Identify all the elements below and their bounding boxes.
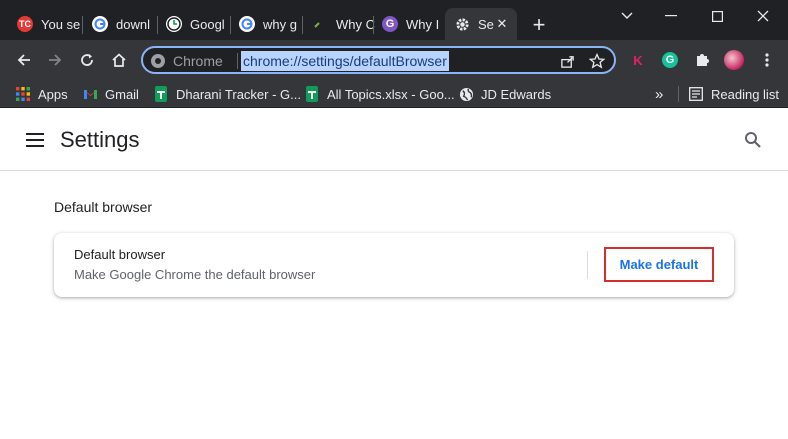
minimize-button[interactable] — [656, 4, 686, 28]
section-title: Default browser — [54, 199, 153, 215]
google-favicon — [92, 16, 108, 32]
bookmark-all-topics[interactable]: All Topics.xlsx - Goo... — [304, 85, 455, 103]
globe-icon — [458, 86, 474, 102]
default-browser-card: Default browser Make Google Chrome the d… — [54, 233, 734, 297]
new-tab-button[interactable]: + — [528, 14, 550, 36]
bookmark-star-icon[interactable] — [587, 51, 607, 71]
tab-title: downl — [116, 16, 150, 32]
k-extension-label: K — [633, 52, 643, 68]
reload-button[interactable] — [75, 48, 99, 72]
page-title: Settings — [60, 127, 140, 152]
chrome-chip[interactable]: Chrome — [151, 52, 223, 70]
chrome-icon — [151, 54, 165, 68]
reload-icon — [81, 54, 93, 66]
more-vert-icon — [765, 53, 769, 67]
toolbar: Chrome chrome://settings/defaultBrowser … — [0, 40, 788, 80]
bookmark-label: Gmail — [105, 86, 139, 102]
grammarly-extension-icon[interactable]: G — [658, 48, 682, 72]
omnibox-divider — [237, 53, 238, 69]
bookmarks-overflow-button[interactable]: » — [655, 85, 663, 103]
k-extension-icon[interactable]: K — [626, 48, 650, 72]
maximize-button[interactable] — [702, 4, 732, 28]
google-favicon — [239, 16, 255, 32]
chrome-chip-label: Chrome — [173, 53, 223, 69]
tab-close-icon[interactable]: ✕ — [495, 17, 509, 31]
tab-title: Why C — [336, 16, 375, 32]
reading-list-label: Reading list — [711, 86, 779, 102]
forward-arrow-icon — [49, 54, 62, 66]
sheets-icon — [304, 86, 320, 102]
bookmark-gmail[interactable]: Gmail — [82, 85, 139, 103]
back-button[interactable] — [12, 48, 36, 72]
tab-5[interactable]: Why C — [303, 8, 375, 40]
default-browser-sublabel: Make Google Chrome the default browser — [74, 267, 316, 282]
make-default-button[interactable]: Make default — [604, 247, 714, 282]
tab-title: Se — [478, 16, 494, 32]
reading-list-icon — [688, 86, 704, 102]
gmail-icon — [82, 86, 98, 102]
settings-header: Settings — [0, 109, 788, 171]
bookmarks-bar: Apps Gmail Dharani Tracker - G... All To… — [0, 80, 788, 108]
tab-title: Googl — [190, 16, 225, 32]
back-arrow-icon — [17, 54, 30, 66]
profile-avatar[interactable] — [722, 48, 746, 72]
tab-4[interactable]: why g — [230, 8, 302, 40]
bookmark-label: JD Edwards — [481, 86, 552, 102]
tab-title: why g — [263, 16, 297, 32]
search-icon[interactable] — [744, 131, 762, 149]
bookmark-label: Dharani Tracker - G... — [176, 86, 301, 102]
tab-title: Why I — [406, 16, 440, 32]
grammarly-favicon: G — [382, 16, 398, 32]
extensions-puzzle-icon[interactable] — [690, 48, 714, 72]
sheets-icon — [153, 86, 169, 102]
forward-button[interactable] — [43, 48, 67, 72]
tab-title: You se — [41, 16, 80, 32]
hamburger-menu-icon[interactable] — [26, 133, 44, 147]
bookmarks-divider — [678, 86, 679, 102]
tab-settings[interactable]: Se ✕ — [445, 8, 517, 40]
bookmark-dharani-tracker[interactable]: Dharani Tracker - G... — [153, 85, 301, 103]
tc-favicon: TC — [17, 16, 33, 32]
check-favicon — [312, 16, 328, 32]
chrome-menu-button[interactable] — [755, 48, 779, 72]
bookmark-apps[interactable]: Apps — [15, 85, 68, 103]
bookmark-jd-edwards[interactable]: JD Edwards — [458, 85, 551, 103]
reading-list-button[interactable]: Reading list — [688, 85, 779, 103]
tab-6[interactable]: G Why I — [373, 8, 443, 40]
url-text[interactable]: chrome://settings/defaultBrowser — [241, 51, 449, 71]
default-browser-label: Default browser — [74, 247, 166, 262]
bookmark-label: All Topics.xlsx - Goo... — [327, 86, 455, 102]
tab-2[interactable]: downl — [83, 8, 155, 40]
apps-grid-icon — [15, 86, 31, 102]
overflow-chevron-icon: » — [655, 85, 664, 103]
home-button[interactable] — [107, 48, 131, 72]
tab-3[interactable]: Googl — [157, 8, 229, 40]
share-icon[interactable] — [557, 51, 577, 71]
address-bar[interactable]: Chrome chrome://settings/defaultBrowser — [141, 46, 616, 74]
tab-search-chevron-icon[interactable] — [612, 4, 642, 28]
avatar-image — [724, 50, 744, 70]
home-icon — [112, 53, 126, 67]
close-window-button[interactable] — [748, 4, 778, 28]
settings-page: Settings Default browser Default browser… — [0, 109, 788, 439]
card-divider — [587, 251, 588, 279]
grammarly-extension-label: G — [662, 52, 678, 68]
bookmark-label: Apps — [38, 86, 68, 102]
gear-icon — [454, 16, 470, 32]
clock-favicon — [166, 16, 182, 32]
tab-strip: TC You se downl Googl why g Why C G Why … — [0, 0, 788, 40]
tab-1[interactable]: TC You se — [8, 8, 80, 40]
